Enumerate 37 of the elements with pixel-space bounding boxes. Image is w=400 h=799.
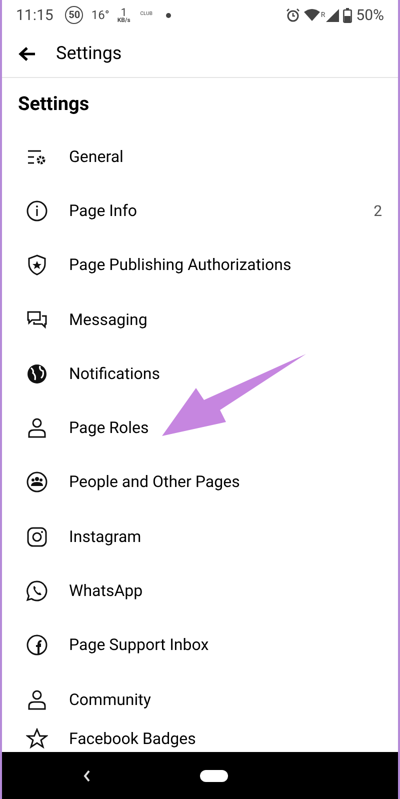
data-rate-text: 1 — [120, 6, 127, 18]
chat-bubbles-icon — [26, 308, 48, 331]
wifi-icon — [304, 9, 320, 21]
row-label: Instagram — [69, 526, 142, 548]
camera-outline-icon — [26, 526, 48, 548]
row-label: Page Roles — [69, 417, 150, 440]
phone-bubble-icon — [26, 580, 48, 602]
row-label: Notifications — [69, 362, 161, 385]
info-icon — [26, 200, 48, 222]
back-arrow-icon[interactable] — [18, 46, 36, 62]
battery-percent: 50% — [356, 4, 384, 26]
signal-icon — [326, 8, 340, 22]
row-label: General — [69, 146, 124, 168]
speed-badge: 50 — [65, 6, 84, 24]
row-label: Page Support Inbox — [69, 634, 210, 656]
row-label: Facebook Badges — [69, 728, 197, 750]
letter-f-circle-icon — [26, 634, 48, 656]
app-bar-title: Settings — [56, 42, 122, 66]
row-label: Page Publishing Authorizations — [69, 254, 292, 276]
count-text: 2 — [374, 200, 382, 222]
row-label: WhatsApp — [69, 580, 144, 602]
alarm-icon — [286, 8, 300, 22]
back-nav-icon[interactable] — [82, 768, 92, 782]
person-icon — [26, 688, 48, 711]
row-label: People and Other Pages — [69, 471, 241, 494]
shield-star-icon — [26, 254, 48, 276]
person-icon — [26, 417, 48, 440]
battery-icon — [343, 8, 352, 22]
star-outline-icon — [26, 728, 48, 750]
home-pill[interactable] — [200, 770, 228, 782]
section-heading: Settings — [17, 91, 90, 117]
row-label: Page Info — [69, 200, 138, 222]
clock-time: 11:15 — [16, 4, 54, 26]
group-icon — [26, 471, 48, 494]
row-label: Messaging — [69, 308, 148, 331]
row-label: Community — [69, 688, 152, 711]
temperature-text: 16° — [91, 7, 110, 24]
